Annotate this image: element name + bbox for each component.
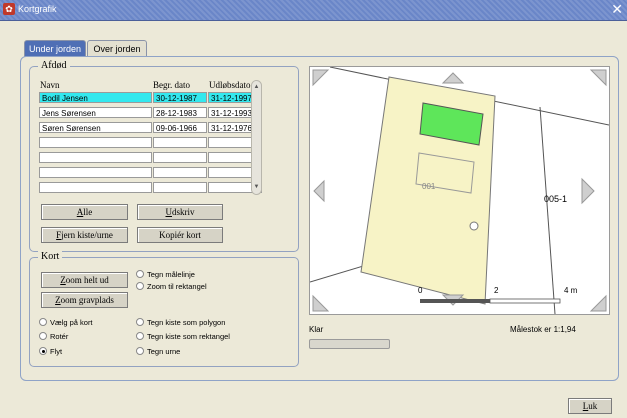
scale-tick-0: 0 <box>418 286 423 295</box>
fjern-label: jern kiste/urne <box>61 230 113 240</box>
radio-tegn-malelinje[interactable]: Tegn målelinje <box>136 270 195 279</box>
radio-label: Flyt <box>50 347 63 356</box>
radio-kiste-rektangel[interactable]: Tegn kiste som rektangel <box>136 332 230 341</box>
radio-label: Zoom til rektangel <box>147 282 207 291</box>
pan-right-icon[interactable] <box>581 177 595 205</box>
scale-tick-2: 2 <box>494 286 499 295</box>
scale-bar-black <box>420 299 490 303</box>
cell-begr-dato[interactable]: 09-06-1966 <box>153 122 207 133</box>
cell-name[interactable] <box>39 152 152 163</box>
title-bar: ✿ Kortgrafik ✕ <box>0 0 627 21</box>
grave-number-label: 001 <box>422 182 436 191</box>
pan-up-icon[interactable] <box>441 72 465 84</box>
app-icon: ✿ <box>3 3 15 15</box>
radio-flyt[interactable]: Flyt <box>39 347 62 356</box>
scale-tick-4m: 4 m <box>564 286 578 295</box>
radio-kiste-polygon[interactable]: Tegn kiste som polygon <box>136 318 225 327</box>
radio-circle[interactable] <box>136 347 144 355</box>
cell-name[interactable] <box>39 137 152 148</box>
cell-begr-dato[interactable]: 28-12-1983 <box>153 107 207 118</box>
pan-down-right-icon[interactable] <box>589 294 607 312</box>
pan-left-icon[interactable] <box>313 179 325 203</box>
cell-begr-dato[interactable] <box>153 152 207 163</box>
progress-bar <box>309 339 390 349</box>
cell-name[interactable]: Søren Sørensen <box>39 122 152 133</box>
alle-button[interactable]: Alle <box>41 204 128 220</box>
fjern-kiste-urne-button[interactable]: Fjern kiste/urne <box>41 227 128 243</box>
cell-begr-dato[interactable]: 30-12-1987 <box>153 92 207 103</box>
scroll-up-icon[interactable]: ▲ <box>253 83 260 92</box>
scroll-down-icon[interactable]: ▼ <box>253 183 260 192</box>
alle-label: lle <box>83 207 93 217</box>
radio-circle[interactable] <box>39 332 47 340</box>
table-scrollbar[interactable]: ▲ ▼ <box>251 80 262 195</box>
radio-label: Vælg på kort <box>50 318 93 327</box>
udskriv-label: dskriv <box>172 207 195 217</box>
radio-label: Tegn målelinje <box>147 270 195 279</box>
cell-name[interactable] <box>39 182 152 193</box>
radio-circle[interactable] <box>136 318 144 326</box>
status-text: Klar <box>309 325 324 334</box>
radio-label: Tegn urne <box>147 347 181 356</box>
tab-over-jorden[interactable]: Over jorden <box>87 40 147 57</box>
radio-circle[interactable] <box>136 332 144 340</box>
radio-label: Rotér <box>50 332 69 341</box>
map-canvas[interactable]: 001 005-1 0 2 4 m <box>309 66 610 315</box>
radio-urne[interactable]: Tegn urne <box>136 347 180 356</box>
close-icon[interactable]: ✕ <box>611 1 623 17</box>
radio-circle[interactable] <box>136 270 144 278</box>
urn-marker[interactable] <box>469 221 479 231</box>
kort-legend: Kort <box>38 251 63 262</box>
cell-name[interactable]: Bodil Jensen <box>39 92 152 103</box>
zoom-helt-label: oom helt ud <box>65 275 109 285</box>
plot-boundary <box>539 106 556 314</box>
radio-circle[interactable] <box>136 282 144 290</box>
tab-under-jorden[interactable]: Under jorden <box>24 40 86 57</box>
map-svg <box>310 67 609 314</box>
radio-circle[interactable] <box>39 318 47 326</box>
radio-label: Tegn kiste som rektangel <box>147 332 230 341</box>
header-udlobsdato: Udløbsdato <box>209 80 251 90</box>
radio-vaelg-pa-kort[interactable]: Vælg på kort <box>39 318 93 327</box>
radio-label: Tegn kiste som polygon <box>147 318 226 327</box>
zoom-helt-ud-button[interactable]: Zoom helt ud <box>41 272 128 288</box>
pan-down-left-icon[interactable] <box>312 294 330 312</box>
plot-number-label: 005-1 <box>544 194 568 204</box>
cell-begr-dato[interactable] <box>153 167 207 178</box>
radio-roter[interactable]: Rotér <box>39 332 68 341</box>
afdod-legend: Afdød <box>38 60 70 71</box>
zoom-grav-label: oom gravplads <box>60 295 114 305</box>
scale-bar-white <box>489 298 561 304</box>
radio-circle-selected[interactable] <box>39 347 47 355</box>
cell-begr-dato[interactable] <box>153 137 207 148</box>
cell-name[interactable]: Jens Sørensen <box>39 107 152 118</box>
udskriv-button[interactable]: Udskriv <box>137 204 223 220</box>
luk-button[interactable]: Luk <box>568 398 612 414</box>
zoom-gravplads-button[interactable]: Zoom gravplads <box>41 292 128 308</box>
pan-up-right-icon[interactable] <box>589 69 607 87</box>
cell-begr-dato[interactable] <box>153 182 207 193</box>
radio-zoom-rektangel[interactable]: Zoom til rektangel <box>136 282 207 291</box>
luk-label: uk <box>588 401 598 411</box>
pan-up-left-icon[interactable] <box>312 69 330 87</box>
cell-name[interactable] <box>39 167 152 178</box>
scale-readout: Målestok er 1:1,94 <box>510 325 576 334</box>
kopier-kort-button[interactable]: Kopiér kort <box>137 227 223 243</box>
header-navn: Navn <box>40 80 60 90</box>
header-begr-dato: Begr. dato <box>153 80 190 90</box>
window-title: Kortgrafik <box>18 4 57 14</box>
